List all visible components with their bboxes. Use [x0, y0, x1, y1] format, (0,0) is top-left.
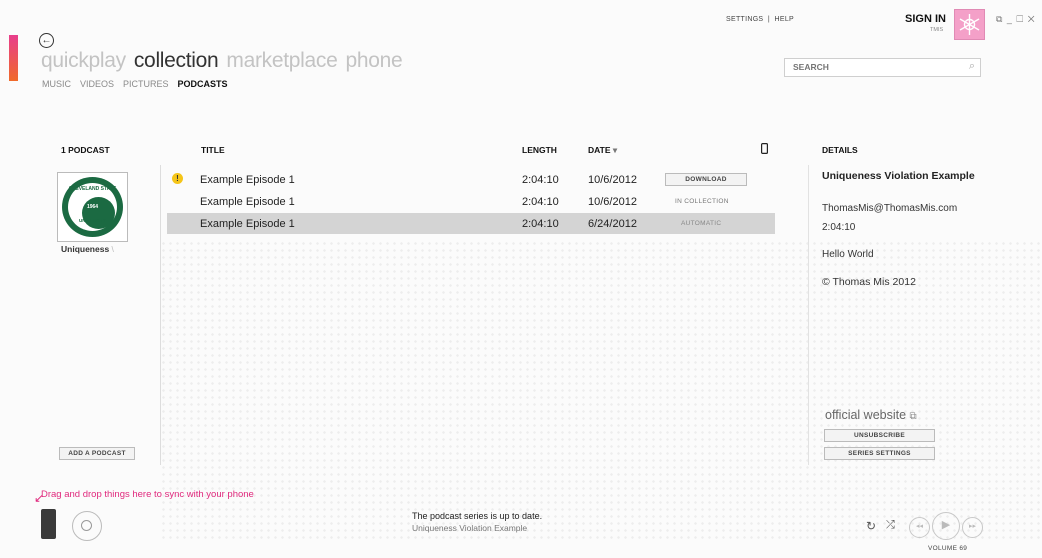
- column-date[interactable]: DATE ▾: [588, 145, 617, 156]
- status-message: The podcast series is up to date.: [412, 511, 543, 521]
- podcast-name-overflow: \: [109, 244, 114, 254]
- next-button[interactable]: ▸▸: [962, 517, 983, 538]
- podcast-name[interactable]: Uniqueness \: [61, 244, 114, 254]
- episode-date: 6/24/2012: [588, 218, 637, 230]
- subnav-videos[interactable]: VIDEOS: [80, 79, 114, 89]
- column-title[interactable]: TITLE: [201, 145, 225, 155]
- search-icon[interactable]: ⌕: [969, 60, 975, 73]
- details-email: ThomasMis@ThomasMis.com: [822, 203, 958, 214]
- podcast-artwork[interactable]: CLEVELAND STATE UNIVERSITY 1964: [57, 172, 128, 242]
- official-website-label: official website: [825, 408, 907, 422]
- volume-label[interactable]: VOLUME 69: [928, 545, 967, 552]
- episode-title: Example Episode 1: [200, 196, 295, 208]
- episode-length: 2:04:10: [522, 174, 559, 186]
- episode-status: AUTOMATIC: [681, 220, 722, 227]
- subnav-music[interactable]: MUSIC: [42, 79, 71, 89]
- episode-row[interactable]: ! Example Episode 1 2:04:10 10/6/2012 DO…: [167, 169, 775, 190]
- phone-device-icon[interactable]: [41, 509, 56, 539]
- zune-window: ← quickplay collection marketplace phone MU…: [0, 0, 1042, 558]
- disc-icon[interactable]: [72, 511, 102, 541]
- external-link-icon: ⧉: [909, 411, 917, 422]
- avatar[interactable]: [954, 9, 985, 40]
- series-settings-button[interactable]: SERIES SETTINGS: [824, 447, 935, 460]
- status-subtitle: Uniqueness Violation Example: [412, 523, 528, 533]
- column-divider-left: [160, 165, 161, 465]
- search-input[interactable]: [793, 62, 953, 72]
- settings-help-links[interactable]: SETTINGS | HELP: [726, 16, 794, 23]
- avatar-snowflake-icon: [959, 14, 980, 35]
- episode-row[interactable]: Example Episode 1 2:04:10 10/6/2012 IN C…: [167, 191, 775, 212]
- drag-sync-hint: Drag and drop things here to sync with y…: [41, 489, 254, 500]
- pivot-nav: quickplay collection marketplace phone: [41, 49, 410, 73]
- phone-column-icon[interactable]: [761, 143, 769, 156]
- repeat-icon[interactable]: ↻: [866, 519, 876, 533]
- details-title: Uniqueness Violation Example: [822, 170, 975, 182]
- podcast-name-text: Uniqueness: [61, 244, 110, 254]
- subnav-pictures[interactable]: PICTURES: [123, 79, 169, 89]
- episode-title: Example Episode 1: [200, 174, 295, 186]
- seal-text-top: CLEVELAND STATE: [68, 186, 117, 192]
- details-description: Hello World: [822, 249, 874, 260]
- back-arrow-icon[interactable]: ←: [39, 33, 54, 48]
- episode-date: 10/6/2012: [588, 174, 637, 186]
- podcast-count-header: 1 PODCAST: [61, 145, 110, 155]
- sub-nav: MUSIC VIDEOS PICTURES PODCASTS: [42, 79, 237, 89]
- download-button[interactable]: DOWNLOAD: [665, 173, 747, 186]
- window-controls[interactable]: ⧉ _ ☐ ✕: [996, 14, 1036, 25]
- details-header: DETAILS: [822, 145, 858, 155]
- column-divider-right: [808, 165, 809, 465]
- search-box[interactable]: ⌕: [784, 58, 981, 77]
- seal-text-bottom: UNIVERSITY: [78, 218, 106, 223]
- details-length: 2:04:10: [822, 222, 856, 233]
- play-button[interactable]: ▶: [932, 512, 960, 540]
- add-podcast-button[interactable]: ADD A PODCAST: [59, 447, 135, 460]
- pivot-collection[interactable]: collection: [134, 49, 219, 72]
- details-copyright: © Thomas Mis 2012: [822, 276, 916, 288]
- warning-icon: !: [172, 173, 183, 184]
- episode-length: 2:04:10: [522, 218, 559, 230]
- official-website-link[interactable]: official website ⧉: [825, 408, 917, 422]
- episode-date: 10/6/2012: [588, 196, 637, 208]
- column-length[interactable]: LENGTH: [522, 145, 557, 155]
- pivot-marketplace[interactable]: marketplace: [226, 49, 337, 72]
- episode-length: 2:04:10: [522, 196, 559, 208]
- sign-in-user: TMIS: [930, 27, 944, 33]
- pivot-quickplay[interactable]: quickplay: [41, 49, 126, 72]
- episode-title: Example Episode 1: [200, 218, 295, 230]
- sign-in-link[interactable]: SIGN IN: [905, 13, 946, 25]
- column-date-label: DATE: [588, 145, 611, 155]
- subnav-podcasts[interactable]: PODCASTS: [178, 79, 228, 89]
- university-seal-icon: CLEVELAND STATE UNIVERSITY 1964: [62, 177, 123, 237]
- previous-button[interactable]: ◂◂: [909, 517, 930, 538]
- shuffle-icon[interactable]: ⤮: [886, 519, 895, 532]
- sort-down-icon: ▾: [612, 145, 618, 155]
- episode-status: IN COLLECTION: [675, 198, 729, 205]
- accent-bar: [9, 35, 18, 81]
- pivot-phone[interactable]: phone: [346, 49, 403, 72]
- episode-row-selected[interactable]: Example Episode 1 2:04:10 6/24/2012 AUTO…: [167, 213, 775, 234]
- seal-year: 1964: [86, 204, 99, 210]
- unsubscribe-button[interactable]: UNSUBSCRIBE: [824, 429, 935, 442]
